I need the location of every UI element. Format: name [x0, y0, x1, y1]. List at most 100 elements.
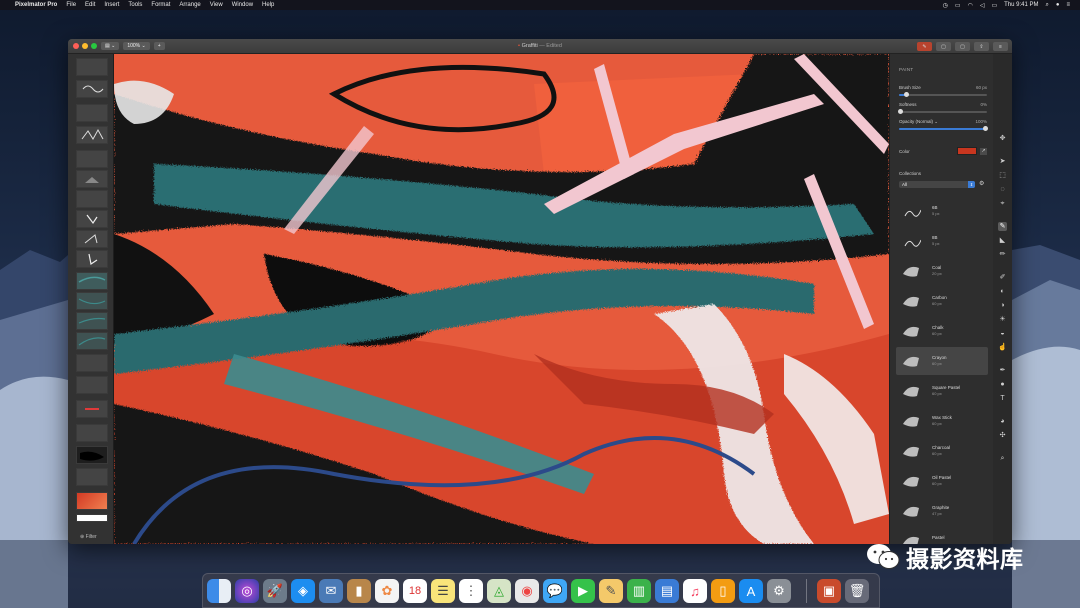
volume-icon[interactable]: ◁ — [980, 2, 985, 9]
add-button[interactable]: + — [153, 42, 165, 50]
effects-tool-icon[interactable]: ✣ — [998, 431, 1007, 440]
menu-window[interactable]: Window — [232, 2, 253, 8]
search-icon[interactable]: ⌕ — [1045, 2, 1048, 9]
lasso-tool-icon[interactable]: ◌ — [998, 185, 1007, 194]
clock[interactable]: Thu 9:41 PM — [1004, 2, 1038, 8]
opacity-slider[interactable] — [899, 126, 988, 131]
messages-icon[interactable]: 💬 — [543, 579, 567, 603]
menu-format[interactable]: Format — [151, 2, 170, 8]
selection-tool-icon[interactable]: ⬚ — [998, 171, 1007, 180]
layer-thumb[interactable] — [76, 492, 108, 510]
brush-size-value[interactable]: 60 px — [976, 85, 987, 90]
notes-icon[interactable]: ☰ — [431, 579, 455, 603]
reminders-icon[interactable]: ⋮ — [459, 579, 483, 603]
trash-icon[interactable]: 🗑 — [845, 579, 869, 603]
layer-thumb[interactable] — [76, 272, 108, 290]
layer-thumb[interactable] — [76, 250, 108, 268]
brush-preset[interactable]: Crayon 60 px — [896, 347, 988, 375]
music-icon[interactable]: ♫ — [683, 579, 707, 603]
layer-thumb[interactable] — [76, 400, 108, 418]
minimize-button[interactable] — [82, 43, 88, 49]
brush-preset[interactable]: Coal 20 px — [896, 257, 988, 285]
layer-thumb[interactable] — [76, 424, 108, 442]
brush-preset[interactable]: Wax Stick 60 px — [896, 407, 988, 435]
pixelmator-document-icon[interactable]: ▣ — [817, 579, 841, 603]
opacity-label[interactable]: Opacity (Normal) ⌄ — [899, 119, 938, 125]
battery-icon[interactable]: ▭ — [991, 2, 997, 9]
pencil-tool-icon[interactable]: ✏ — [998, 250, 1007, 259]
color-adjust-icon[interactable]: ◕ — [998, 417, 1007, 426]
layer-thumb[interactable] — [76, 80, 108, 98]
siri-icon[interactable]: ◎ — [235, 579, 259, 603]
clone-tool-icon[interactable]: ◐ — [998, 287, 1007, 296]
photo-booth-icon[interactable]: ◉ — [515, 579, 539, 603]
brush-preset[interactable]: 6B 5 px — [896, 197, 988, 225]
layer-thumb[interactable] — [76, 468, 108, 486]
layers-toggle-button[interactable]: ▤ ⌄ — [101, 42, 120, 50]
keynote-icon[interactable]: ▤ — [655, 579, 679, 603]
color-swatch[interactable] — [957, 147, 977, 155]
layer-thumb[interactable] — [76, 190, 108, 208]
layer-thumb[interactable] — [76, 58, 108, 76]
retouch-tool-icon[interactable]: ✐ — [998, 273, 1007, 282]
opacity-knob[interactable] — [983, 126, 988, 131]
menu-insert[interactable]: Insert — [104, 2, 119, 8]
layer-thumb[interactable] — [76, 150, 108, 168]
menu-tools[interactable]: Tools — [128, 2, 142, 8]
paint-tool-icon[interactable]: ✎ — [998, 222, 1007, 231]
gear-icon[interactable]: ⚙ — [979, 180, 984, 187]
pointer-tool-icon[interactable]: ➤ — [998, 157, 1007, 166]
layer-thumb[interactable] — [76, 312, 108, 330]
facetime-icon[interactable]: ▶ — [571, 579, 595, 603]
brush-preset[interactable]: Charcoal 60 px — [896, 437, 988, 465]
safari-icon[interactable]: ◈ — [291, 579, 315, 603]
paint-tools-button[interactable]: ✎ — [917, 42, 932, 51]
fill-tool-icon[interactable]: ◣ — [998, 236, 1007, 245]
system-preferences-icon[interactable]: ⚙ — [767, 579, 791, 603]
opacity-value[interactable]: 100% — [975, 119, 987, 124]
text-tool-icon[interactable]: T — [998, 394, 1007, 403]
share-button[interactable]: ⇧ — [974, 42, 989, 51]
pen-tool-icon[interactable]: ✒ — [998, 366, 1007, 375]
softness-value[interactable]: 0% — [980, 102, 987, 107]
sponge-tool-icon[interactable]: ◒ — [998, 329, 1007, 338]
layer-thumb[interactable] — [76, 292, 108, 310]
color-select-icon[interactable]: ⌖ — [998, 199, 1007, 208]
layer-thumb[interactable] — [76, 376, 108, 394]
layer-thumb[interactable] — [76, 230, 108, 248]
numbers-icon[interactable]: ▥ — [627, 579, 651, 603]
menu-file[interactable]: File — [66, 2, 76, 8]
export-button[interactable]: ▢ — [936, 42, 951, 51]
airplay-icon[interactable]: ▭ — [955, 2, 961, 9]
softness-knob[interactable] — [898, 109, 903, 114]
app-store-icon[interactable]: A — [739, 579, 763, 603]
wifi-icon[interactable]: ◠ — [968, 2, 973, 9]
menu-view[interactable]: View — [210, 2, 223, 8]
brush-preset[interactable]: Carbon 60 px — [896, 287, 988, 315]
close-button[interactable] — [73, 43, 79, 49]
brush-preset[interactable]: Oil Pastel 60 px — [896, 467, 988, 495]
photos-icon[interactable]: ✿ — [375, 579, 399, 603]
light-tool-icon[interactable]: ☀ — [998, 315, 1007, 324]
layer-thumb[interactable] — [76, 170, 108, 188]
layer-thumb[interactable] — [76, 126, 108, 144]
pages-icon[interactable]: ✎ — [599, 579, 623, 603]
menu-app-name[interactable]: Pixelmator Pro — [15, 2, 57, 8]
brush-size-knob[interactable] — [904, 92, 909, 97]
brush-preset[interactable]: Square Pastel 60 px — [896, 377, 988, 405]
user-icon[interactable]: ● — [1056, 2, 1060, 8]
tools-sidebar-button[interactable]: ≡ — [993, 42, 1008, 51]
brush-preset[interactable]: 8B 5 px — [896, 227, 988, 255]
zoom-button[interactable] — [91, 43, 97, 49]
zoom-tool-icon[interactable]: ⌕ — [998, 454, 1007, 463]
layer-thumb[interactable] — [76, 210, 108, 228]
canvas[interactable] — [114, 54, 889, 544]
menu-arrange[interactable]: Arrange — [179, 2, 200, 8]
layer-thumb[interactable] — [76, 354, 108, 372]
menu-help[interactable]: Help — [262, 2, 274, 8]
brush-preset[interactable]: Graphite 47 px — [896, 497, 988, 525]
layer-thumb[interactable] — [76, 514, 108, 522]
books-icon[interactable]: ▯ — [711, 579, 735, 603]
layer-thumb[interactable] — [76, 446, 108, 464]
maps-icon[interactable]: ◬ — [487, 579, 511, 603]
